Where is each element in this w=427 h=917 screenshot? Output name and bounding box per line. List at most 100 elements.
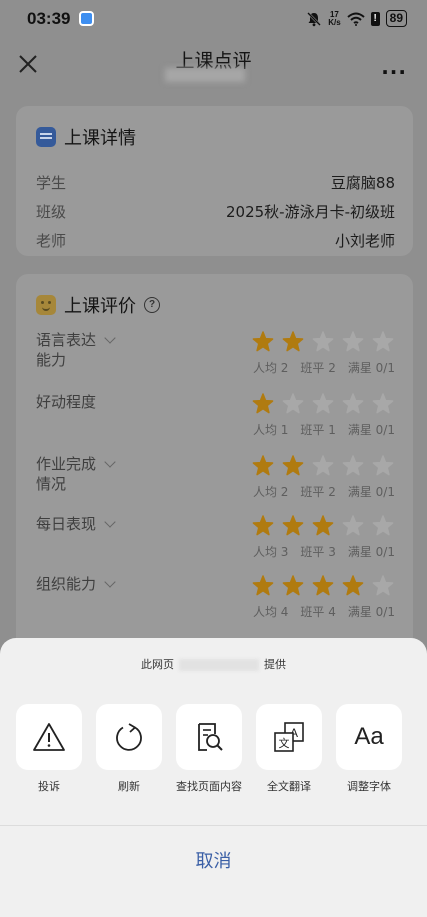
stat-avg: 人均 4 [252, 605, 289, 619]
stat-class-avg: 班平 4 [300, 605, 336, 619]
font-size-button[interactable]: Aa 调整字体 [336, 704, 402, 794]
alert-icon: ! [370, 11, 380, 26]
source-suffix: 提供 [264, 658, 286, 671]
star-filled-icon [342, 575, 364, 596]
star-rating [251, 392, 395, 416]
star-empty-icon [342, 455, 364, 476]
eval-label: 作业完成 情况 [36, 454, 136, 494]
eval-row[interactable]: 组织能力人均 4 班平 4 满星 0/1 [36, 574, 395, 634]
find-tile[interactable] [176, 704, 242, 770]
stat-full: 满星 0/1 [347, 605, 395, 619]
eval-label: 每日表现 [36, 514, 136, 534]
stat-class-avg: 班平 2 [300, 361, 336, 375]
battery-indicator: 89 [385, 10, 407, 27]
eval-label-line1: 组织能力 [36, 575, 97, 593]
chevron-down-icon[interactable] [104, 516, 116, 528]
eval-row[interactable]: 作业完成 情况 人均 2 班平 2 满星 0/1 [36, 454, 395, 514]
star-filled-icon [252, 575, 274, 596]
star-filled-icon [312, 575, 334, 596]
star-empty-icon [342, 331, 364, 352]
document-icon [36, 127, 56, 147]
cancel-button[interactable]: 取消 [0, 847, 427, 873]
eval-label-line1: 好动程度 [36, 393, 97, 411]
stat-avg: 人均 3 [252, 545, 289, 559]
eval-row[interactable]: 好动程度 人均 1 班平 1 满星 0/1 [36, 392, 395, 452]
find-in-page-icon [198, 723, 223, 751]
find-in-page-button[interactable]: 查找页面内容 [176, 704, 242, 794]
star-empty-icon [372, 331, 394, 352]
eval-label-line1: 语言表达 [36, 331, 97, 349]
refresh-tile[interactable] [96, 704, 162, 770]
star-filled-icon [252, 515, 274, 536]
eval-row[interactable]: 语言表达 能力人均 2 班平 2 满星 0/1 [36, 330, 395, 390]
stat-class-avg: 班平 3 [300, 545, 336, 559]
chevron-down-icon[interactable] [104, 332, 116, 344]
translate-button[interactable]: A 文 全文翻译 [256, 704, 322, 794]
status-time: 03:39 [27, 9, 71, 28]
star-empty-icon [342, 515, 364, 536]
font-size-icon: Aa [354, 723, 384, 750]
class-details-header: 上课详情 [36, 124, 136, 150]
star-filled-icon [252, 455, 274, 476]
smiley-icon [36, 295, 56, 315]
detail-row-class: 班级 2025秋-游泳月卡-初级班 [36, 201, 395, 222]
detail-value: 豆腐脑88 [330, 174, 395, 192]
translate-tile[interactable]: A 文 [256, 704, 322, 770]
star-filled-icon [252, 393, 274, 414]
rating-stats: 人均 3 班平 3 满星 0/1 [253, 543, 395, 560]
detail-row-student: 学生 豆腐脑88 [36, 172, 395, 193]
obscured-subtitle [165, 68, 245, 82]
eval-label: 语言表达 能力 [36, 330, 136, 370]
chevron-down-icon[interactable] [104, 576, 116, 588]
help-icon[interactable]: ? [144, 297, 160, 313]
network-speed: 17 K/s [328, 10, 340, 27]
class-eval-header: 上课评价 ? [36, 292, 160, 318]
eval-label: 组织能力 [36, 574, 136, 594]
nav-bar: 上课点评 ··· [0, 38, 427, 94]
star-rating [251, 330, 395, 354]
star-filled-icon [282, 455, 304, 476]
report-button[interactable]: 投诉 [16, 704, 82, 794]
translate-icon: A 文 [274, 722, 304, 752]
star-filled-icon [282, 331, 304, 352]
star-filled-icon [252, 331, 274, 352]
star-empty-icon [282, 393, 304, 414]
stat-avg: 人均 2 [252, 361, 289, 375]
star-empty-icon [312, 331, 334, 352]
detail-key: 学生 [36, 174, 67, 192]
star-empty-icon [372, 515, 394, 536]
sheet-divider [0, 825, 427, 826]
warning-icon [33, 723, 65, 751]
star-rating [251, 514, 395, 538]
refresh-label: 刷新 [118, 780, 140, 793]
star-filled-icon [282, 575, 304, 596]
star-empty-icon [342, 393, 364, 414]
stat-class-avg: 班平 2 [300, 485, 336, 499]
action-row: 投诉 刷新 查找页面内容 A 文 全文翻译 Aa 调整字体 [16, 704, 402, 794]
refresh-button[interactable]: 刷新 [96, 704, 162, 794]
font-tile[interactable]: Aa [336, 704, 402, 770]
wifi-icon [346, 12, 365, 26]
star-empty-icon [372, 393, 394, 414]
class-eval-card: 上课评价 ? 语言表达 能力 人均 2 班平 2 满星 0/1 好动程度 人均 1 班平 1 满… [16, 274, 413, 654]
app-notification-icon [79, 11, 94, 26]
detail-value: 2025秋-游泳月卡-初级班 [226, 203, 395, 221]
obscured-source-name [179, 659, 259, 671]
star-filled-icon [282, 515, 304, 536]
class-eval-title: 上课评价 [64, 296, 136, 317]
detail-key: 班级 [36, 203, 67, 221]
stat-full: 满星 0/1 [347, 361, 395, 375]
report-label: 投诉 [38, 780, 60, 793]
status-icons: 17 K/s ! 89 [306, 10, 407, 27]
class-details-card: 上课详情 学生 豆腐脑88 班级 2025秋-游泳月卡-初级班 老师 小刘老师 [16, 106, 413, 256]
star-empty-icon [312, 393, 334, 414]
status-bar: 03:39 17 K/s ! 89 [0, 0, 427, 38]
mute-bell-icon [307, 11, 322, 26]
more-options-icon[interactable]: ··· [381, 60, 407, 84]
chevron-down-icon[interactable] [104, 456, 116, 468]
stat-full: 满星 0/1 [347, 423, 395, 437]
stat-full: 满星 0/1 [347, 545, 395, 559]
eval-row[interactable]: 每日表现人均 3 班平 3 满星 0/1 [36, 514, 395, 574]
report-tile[interactable] [16, 704, 82, 770]
star-empty-icon [312, 455, 334, 476]
